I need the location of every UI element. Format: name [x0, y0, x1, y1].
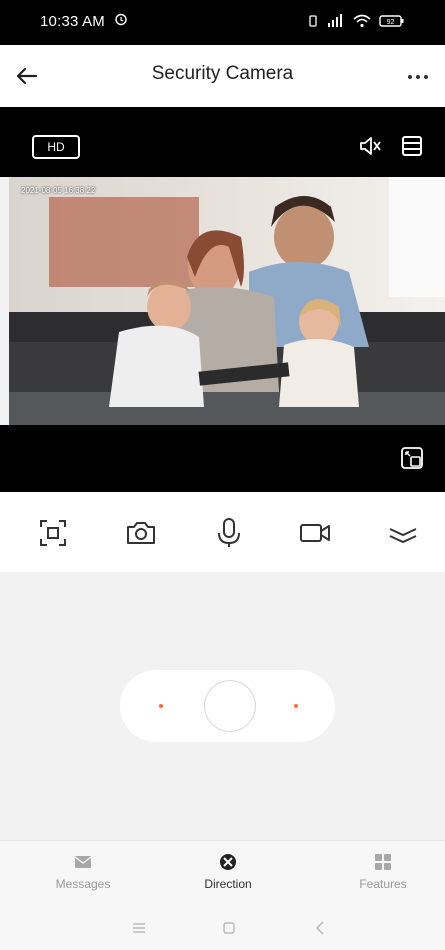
- direction-control[interactable]: [120, 670, 335, 742]
- direction-left-dot[interactable]: [159, 704, 163, 708]
- recent-apps-icon[interactable]: [130, 919, 148, 937]
- grid-icon: [375, 854, 391, 870]
- quality-button[interactable]: HD: [32, 135, 80, 159]
- layout-icon[interactable]: [399, 133, 425, 159]
- mute-icon[interactable]: [357, 133, 383, 159]
- tab-label-messages: Messages: [55, 877, 111, 891]
- player-bottom-bar: [0, 425, 445, 492]
- tab-direction[interactable]: Direction: [178, 853, 278, 891]
- status-time: 10:33 AM: [40, 13, 105, 30]
- tab-label-direction: Direction: [204, 877, 252, 891]
- direction-joystick[interactable]: [204, 680, 256, 732]
- camera-icon[interactable]: [124, 516, 158, 550]
- tab-label-features: Features: [359, 877, 407, 891]
- tab-features[interactable]: Features: [333, 853, 433, 891]
- screenshot-icon[interactable]: [36, 516, 70, 550]
- family-scene-image: [9, 177, 445, 425]
- video-record-icon[interactable]: [298, 516, 332, 550]
- battery-level: 92: [387, 19, 395, 26]
- page-title: Security Camera: [151, 63, 294, 84]
- direction-right-dot[interactable]: [294, 704, 298, 708]
- tab-messages[interactable]: Messages: [33, 853, 133, 891]
- status-bar: 10:33 AM 92: [0, 0, 445, 45]
- microphone-icon[interactable]: [212, 516, 246, 550]
- wifi-icon: [353, 14, 371, 28]
- bottom-tab-bar: Messages Direction Features: [0, 840, 445, 906]
- vibrate-icon: [309, 15, 317, 27]
- system-nav-bar: [0, 905, 445, 950]
- battery-icon: 92: [379, 15, 404, 27]
- direction-panel: [0, 572, 445, 840]
- home-icon[interactable]: [220, 919, 238, 937]
- player-top-bar: HD: [0, 107, 445, 177]
- more-options-icon[interactable]: [403, 63, 433, 89]
- collapse-chevron-icon[interactable]: [386, 516, 420, 550]
- status-icons: 92: [307, 14, 405, 28]
- signal-icon: [328, 14, 342, 27]
- camera-controls: [0, 492, 445, 572]
- video-timestamp: 2021-08-05 16:38:22: [21, 186, 96, 195]
- picture-in-picture-icon[interactable]: [399, 445, 425, 471]
- direction-icon: [220, 854, 236, 870]
- app-header: Security Camera: [0, 45, 445, 107]
- camera-feed[interactable]: 2021-08-05 16:38:22: [9, 177, 445, 425]
- alarm-icon: [115, 13, 127, 26]
- back-nav-icon[interactable]: [312, 919, 330, 937]
- mail-icon: [74, 856, 92, 868]
